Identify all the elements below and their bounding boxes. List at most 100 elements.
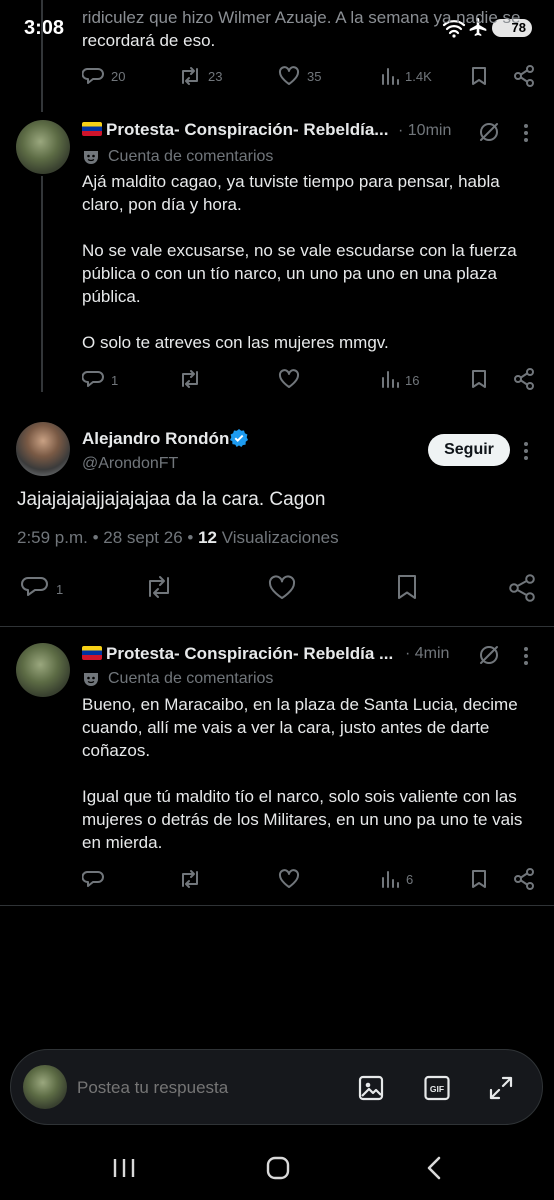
bookmark-button[interactable]	[469, 869, 489, 889]
views-icon	[382, 871, 399, 888]
bookmark-icon	[472, 370, 486, 388]
grok-icon[interactable]	[478, 121, 500, 143]
like-count: 35	[307, 69, 322, 84]
post-text-paragraph: O solo te atreves con las mujeres mmgv.	[82, 333, 389, 352]
post-text-paragraph: Igual que tú maldito tío el narco, solo …	[82, 787, 523, 852]
share-icon	[514, 65, 534, 87]
compose-bar[interactable]: GIF	[10, 1049, 543, 1125]
reply-icon	[82, 871, 104, 887]
author-handle[interactable]: @ArondonFT	[82, 455, 178, 473]
reply-button[interactable]	[82, 369, 104, 389]
post-text-paragraph: Ajá maldito cagao, ya tuviste tiempo par…	[82, 172, 500, 214]
like-button[interactable]	[268, 575, 296, 601]
more-icon[interactable]	[524, 442, 528, 463]
image-icon[interactable]	[357, 1074, 385, 1102]
repost-button[interactable]	[178, 66, 202, 86]
views-icon	[382, 371, 399, 388]
post-text-paragraph: No se vale excusarse, no se vale escudar…	[82, 241, 517, 306]
views-count: 12	[198, 528, 217, 547]
svg-text:GIF: GIF	[430, 1084, 444, 1094]
share-button[interactable]	[508, 574, 536, 602]
gif-icon[interactable]: GIF	[423, 1074, 451, 1102]
reply-input[interactable]	[75, 1074, 329, 1102]
share-icon	[514, 368, 534, 390]
post-text-paragraph: Bueno, en Maracaibo, en la plaza de Sant…	[82, 695, 518, 760]
avatar[interactable]	[16, 120, 70, 174]
reply-button[interactable]	[21, 574, 49, 600]
views-button[interactable]	[380, 66, 400, 86]
post-1-text-line1: ridiculez que hizo Wilmer Azuaje. A la s…	[82, 8, 521, 27]
author-name[interactable]: Protesta- Conspiración- Rebeldía ...	[82, 644, 393, 664]
bookmark-button[interactable]	[469, 66, 489, 86]
bookmark-icon	[398, 575, 416, 599]
reply-button[interactable]	[82, 869, 104, 889]
verified-badge-icon	[230, 429, 248, 447]
share-button[interactable]	[513, 65, 535, 87]
like-button[interactable]	[278, 869, 300, 889]
avatar[interactable]	[16, 422, 70, 476]
bookmark-button[interactable]	[469, 369, 489, 389]
repost-icon	[182, 870, 198, 888]
more-icon[interactable]	[524, 647, 528, 668]
venezuela-flag-icon	[82, 122, 102, 136]
repost-icon	[149, 576, 169, 598]
follow-button[interactable]: Seguir	[428, 434, 510, 466]
account-type: Cuenta de comentarios	[108, 148, 274, 165]
avatar[interactable]	[16, 643, 70, 697]
author-name-text: Alejandro Rondón	[82, 429, 230, 448]
more-icon[interactable]	[524, 124, 528, 145]
repost-icon	[182, 370, 198, 388]
grok-icon[interactable]	[478, 644, 500, 666]
bookmark-button[interactable]	[395, 574, 419, 600]
author-name-text: Protesta- Conspiración- Rebeldía...	[106, 120, 389, 139]
reply-icon	[82, 68, 104, 84]
back-button[interactable]	[424, 1155, 444, 1181]
reply-count: 20	[111, 69, 126, 84]
share-button[interactable]	[513, 368, 535, 390]
repost-count: 23	[208, 69, 223, 84]
like-icon	[278, 369, 300, 388]
reply-icon	[82, 371, 104, 387]
like-button[interactable]	[278, 66, 300, 86]
post-timestamp-line: 2:59 p.m. • 28 sept 26 • 12 Visualizacio…	[17, 528, 339, 548]
avatar	[23, 1065, 67, 1109]
repost-button[interactable]	[178, 869, 202, 889]
reply-count: 1	[56, 582, 64, 597]
like-button[interactable]	[278, 369, 300, 389]
main-post-text: Jajajajajajjajajajaa da la cara. Cagon	[17, 489, 326, 510]
reply-button[interactable]	[82, 66, 104, 86]
views-count: 16	[405, 373, 420, 388]
author-name-text: Protesta- Conspiración- Rebeldía ...	[106, 644, 394, 663]
repost-icon	[182, 67, 198, 85]
views-count: 6	[406, 872, 414, 887]
reply-icon	[21, 577, 48, 596]
views-icon	[382, 68, 399, 85]
account-type: Cuenta de comentarios	[108, 670, 274, 687]
author-name[interactable]: Alejandro Rondón	[82, 429, 229, 449]
like-icon	[278, 66, 300, 85]
views-button[interactable]	[380, 369, 400, 389]
post-1-text-line2: recordará de eso.	[82, 31, 216, 50]
post-3[interactable]: Protesta- Conspiración- Rebeldía ... · 4…	[0, 627, 554, 905]
home-button[interactable]	[266, 1156, 290, 1180]
comment-account-icon	[82, 670, 100, 688]
post-2[interactable]: Protesta- Conspiración- Rebeldía... · 10…	[0, 112, 554, 402]
like-icon	[278, 869, 300, 888]
repost-button[interactable]	[144, 574, 174, 600]
comment-account-icon	[82, 148, 100, 166]
views-label: Visualizaciones	[221, 528, 339, 547]
expand-icon[interactable]	[487, 1074, 515, 1102]
repost-button[interactable]	[178, 369, 202, 389]
like-icon	[268, 575, 296, 599]
bookmark-icon	[472, 67, 486, 85]
main-post: Alejandro Rondón @ArondonFT Seguir Jajaj…	[0, 402, 554, 626]
views-button[interactable]	[380, 869, 400, 889]
share-icon	[514, 868, 534, 890]
share-button[interactable]	[513, 868, 535, 890]
recent-apps-button[interactable]	[112, 1157, 136, 1179]
author-name[interactable]: Protesta- Conspiración- Rebeldía...	[82, 120, 388, 140]
post-time: · 4min	[405, 645, 450, 662]
venezuela-flag-icon	[82, 646, 102, 660]
post-time: · 10min	[398, 122, 452, 139]
divider	[0, 905, 554, 906]
